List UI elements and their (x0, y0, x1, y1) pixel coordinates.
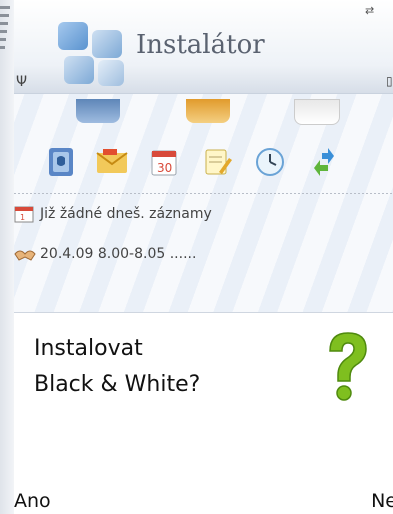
dialog-message: Instalovat Black & White? (34, 336, 201, 397)
data-transfer-icon: ⇄ (365, 4, 375, 17)
agenda-line-no-entries[interactable]: 1 Již žádné dneš. záznamy (14, 205, 393, 229)
calendar-small-icon: 1 (14, 205, 34, 223)
agenda-line-entry[interactable]: 20.4.09 8.00-8.05 ...... (14, 245, 393, 269)
confirm-install-dialog: Instalovat Black & White? (14, 312, 393, 493)
question-mark-icon (324, 331, 370, 403)
sync-icon[interactable] (304, 144, 340, 180)
notes-icon[interactable] (200, 144, 236, 180)
svg-text:1: 1 (20, 213, 25, 222)
calendar-icon[interactable]: 30 (146, 144, 182, 180)
shortcut-block-orange[interactable] (186, 99, 230, 123)
section-divider (14, 193, 393, 194)
installer-logo-icon (58, 22, 128, 88)
messaging-icon[interactable] (94, 144, 130, 180)
page-title: Instalátor (136, 30, 265, 60)
svg-text:30: 30 (157, 161, 172, 175)
app-header: Instalátor ⇄ Ψ ▯ (14, 0, 393, 94)
shortcut-icon-row: 30 (14, 140, 393, 192)
agenda-no-entries-text: Již žádné dneš. záznamy (40, 206, 212, 222)
clock-icon[interactable] (252, 144, 288, 180)
agenda-entry-text: 20.4.09 8.00-8.05 ...... (40, 246, 197, 262)
shortcut-block-blue[interactable] (76, 99, 120, 123)
contacts-icon[interactable] (44, 144, 80, 180)
softkey-bar: Ano Ne (14, 490, 393, 514)
shortcut-bar (14, 95, 393, 131)
meeting-handshake-icon (14, 245, 36, 263)
screen-bezel-left (0, 0, 14, 514)
battery-icon: ▯ (386, 74, 393, 88)
softkey-no[interactable]: Ne (371, 490, 393, 512)
shortcut-block-calendar[interactable] (294, 99, 340, 125)
signal-antenna-icon: Ψ (16, 74, 28, 90)
softkey-yes[interactable]: Ano (14, 490, 51, 512)
phone-screen: Instalátor ⇄ Ψ ▯ 30 1 Již žádné dneš. zá… (14, 0, 393, 514)
